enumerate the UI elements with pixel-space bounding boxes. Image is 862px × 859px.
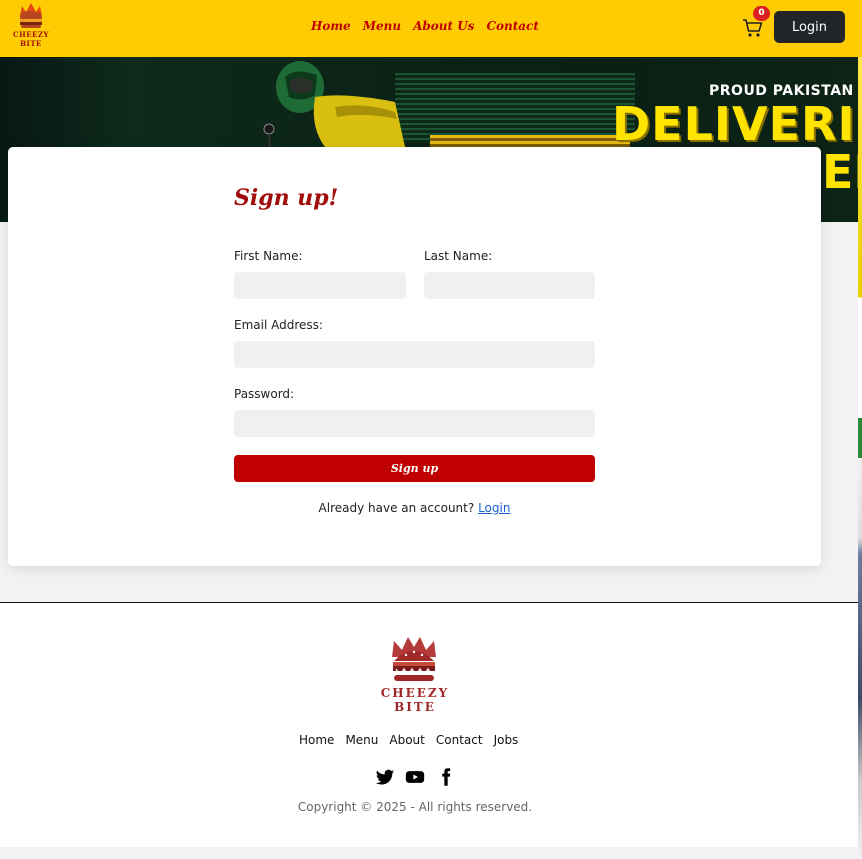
footer-nav: Home Menu About Contact Jobs <box>299 733 518 747</box>
copyright-text: Copyright © 2025 - All rights reserved. <box>297 800 533 814</box>
footer-link-menu[interactable]: Menu <box>345 733 378 747</box>
navbar: CHEEZY BITE Home Menu About Us Contact 0… <box>0 0 862 57</box>
login-prompt-text: Already have an account? <box>318 501 475 515</box>
main-nav: Home Menu About Us Contact <box>311 19 539 33</box>
brand-logo[interactable]: CHEEZY BITE <box>2 2 60 48</box>
page-edge-strip <box>858 57 862 859</box>
footer-logo-text: CHEEZY BITE <box>380 686 450 714</box>
email-label: Email Address: <box>234 318 323 332</box>
twitter-icon[interactable] <box>375 767 395 787</box>
signup-title: Sign up! <box>234 185 339 211</box>
brand-logo-text: CHEEZY BITE <box>13 30 49 48</box>
last-name-input[interactable] <box>424 272 595 299</box>
footer-link-jobs[interactable]: Jobs <box>494 733 519 747</box>
youtube-icon[interactable] <box>405 767 425 787</box>
nav-link-contact[interactable]: Contact <box>486 19 538 33</box>
cart-count-badge: 0 <box>753 6 770 21</box>
facebook-icon[interactable] <box>436 767 456 787</box>
footer-link-about[interactable]: About <box>389 733 424 747</box>
footer-link-home[interactable]: Home <box>299 733 334 747</box>
hero-headline: DELIVERI <box>612 97 856 151</box>
delivery-rider-image <box>263 61 405 148</box>
login-prompt: Already have an account? Login <box>234 501 595 515</box>
nav-link-home[interactable]: Home <box>311 19 351 33</box>
password-input[interactable] <box>234 410 595 437</box>
burger-logo-icon <box>20 3 42 28</box>
hero-headline-line2: EE <box>822 145 858 199</box>
nav-link-about-us[interactable]: About Us <box>413 19 474 33</box>
password-label: Password: <box>234 387 295 401</box>
hero-speed-lines <box>395 73 635 143</box>
login-button[interactable]: Login <box>774 11 845 43</box>
first-name-input[interactable] <box>234 272 406 299</box>
login-link[interactable]: Login <box>478 501 510 515</box>
email-input[interactable] <box>234 341 595 368</box>
nav-link-menu[interactable]: Menu <box>363 19 401 33</box>
signup-submit-button[interactable]: Sign up <box>234 455 595 482</box>
footer-link-contact[interactable]: Contact <box>436 733 483 747</box>
last-name-label: Last Name: <box>424 249 493 263</box>
first-name-label: First Name: <box>234 249 303 263</box>
footer-burger-logo-icon[interactable] <box>386 635 442 687</box>
